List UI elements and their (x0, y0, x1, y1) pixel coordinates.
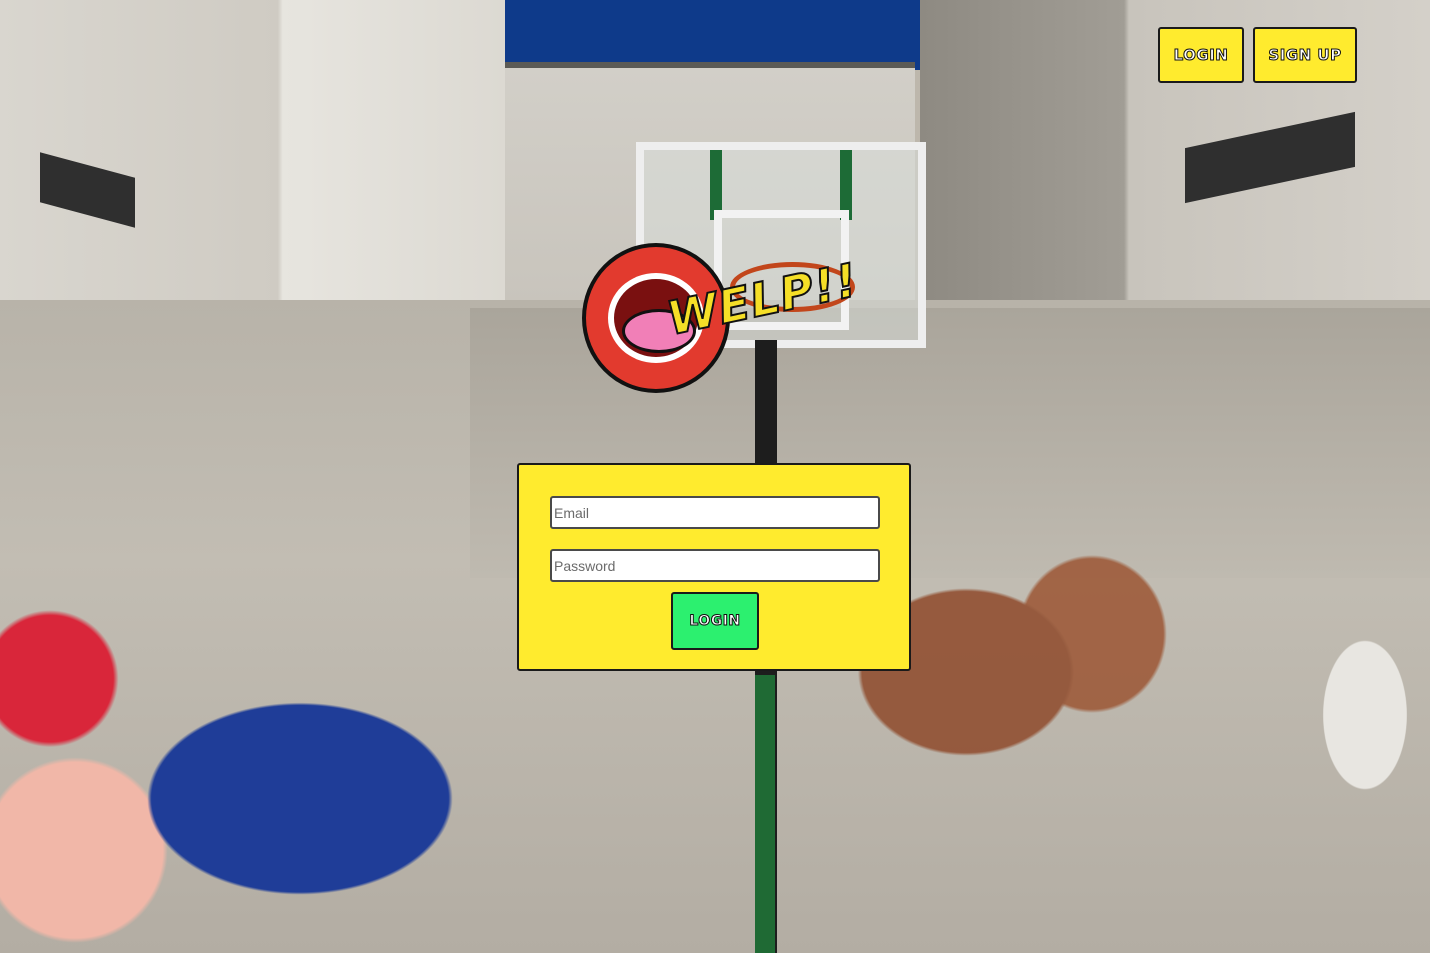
graffiti-left (0, 610, 500, 953)
password-field[interactable] (550, 549, 880, 582)
login-form: LOGIN (517, 463, 911, 671)
graffiti-mask-figure (1300, 600, 1430, 830)
header-signup-button[interactable]: SIGN UP (1253, 27, 1357, 83)
header-login-button[interactable]: LOGIN (1158, 27, 1244, 83)
email-field[interactable] (550, 496, 880, 529)
green-pole (755, 675, 775, 953)
login-submit-button[interactable]: LOGIN (671, 592, 759, 650)
app-logo: WELP!! (578, 237, 868, 407)
